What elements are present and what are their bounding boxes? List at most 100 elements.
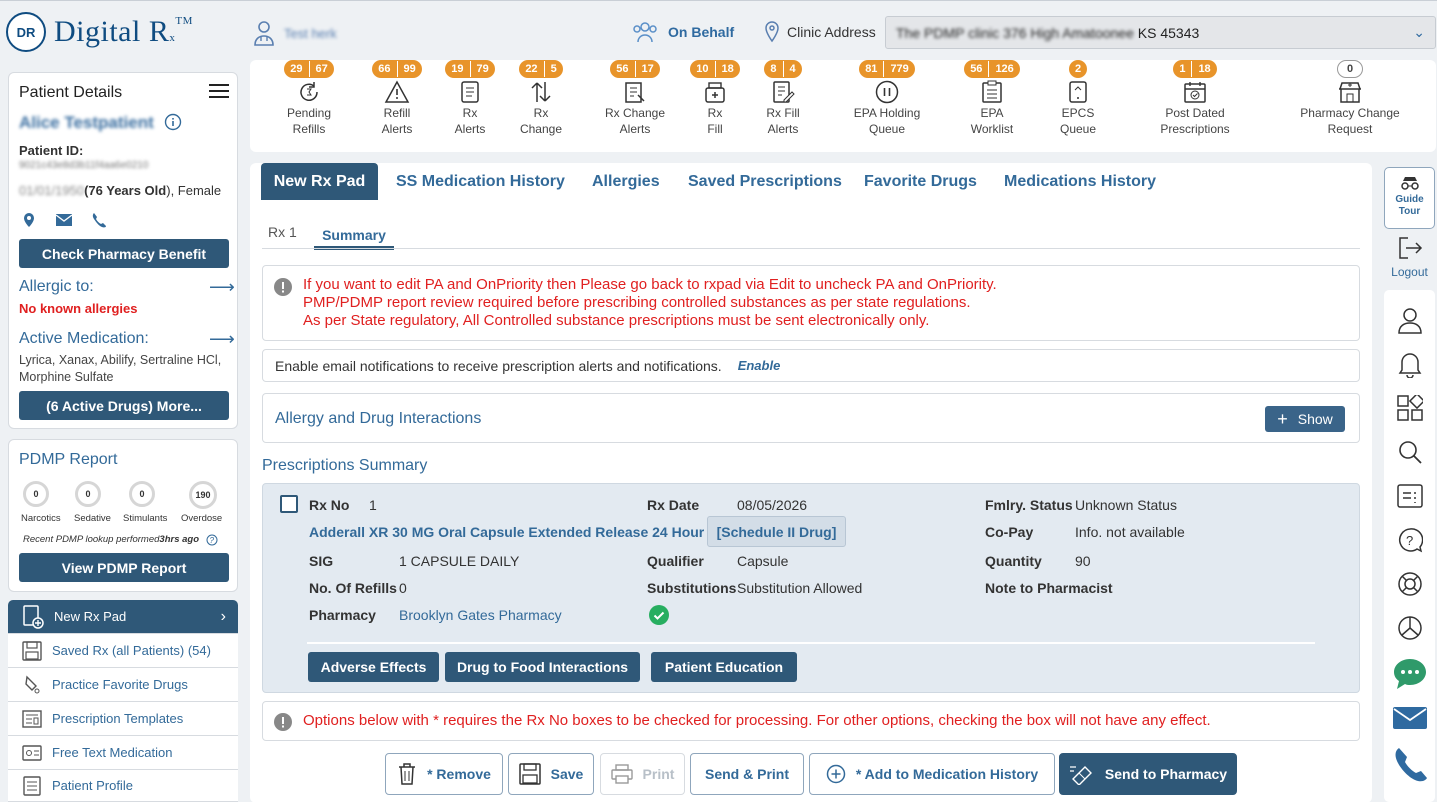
pdmp-gauge-label: Overdose bbox=[181, 513, 223, 524]
send-to-pharmacy-button[interactable]: Send to Pharmacy bbox=[1059, 753, 1237, 795]
map-pin-icon[interactable] bbox=[21, 212, 37, 228]
pdmp-gauge: 0 bbox=[75, 481, 101, 507]
sidebar-item-practice-favorite-drugs[interactable]: Practice Favorite Drugs bbox=[8, 668, 238, 702]
show-interactions-button[interactable]: + Show bbox=[1265, 406, 1345, 432]
pause-circle-icon bbox=[842, 79, 932, 105]
refresh-icon bbox=[264, 79, 354, 105]
active-medications-list: Lyrica, Xanax, Abilify, Sertraline HCl, … bbox=[19, 353, 222, 384]
email-icon[interactable] bbox=[55, 212, 73, 228]
logo-mark: DR bbox=[6, 12, 46, 52]
right-toolbar: ? bbox=[1384, 290, 1435, 802]
tab-allergies[interactable]: Allergies bbox=[592, 163, 660, 200]
rx-select-checkbox[interactable] bbox=[280, 495, 298, 513]
check-pharmacy-benefit-button[interactable]: Check Pharmacy Benefit bbox=[19, 239, 229, 268]
alert-epcs-queue[interactable]: 2 EPCS Queue bbox=[1033, 60, 1123, 137]
help-icon[interactable]: ? bbox=[206, 534, 218, 546]
chat-icon[interactable] bbox=[1392, 656, 1428, 692]
clinic-address-select[interactable]: The PDMP clinic 376 High Amatoonee KS 45… bbox=[885, 16, 1436, 49]
test-tube-icon bbox=[25, 675, 40, 693]
on-behalf-button[interactable]: On Behalf bbox=[630, 20, 734, 44]
pharmacy-link[interactable]: Brooklyn Gates Pharmacy bbox=[399, 607, 562, 623]
mail-icon[interactable] bbox=[1392, 704, 1428, 732]
help-circle-icon[interactable]: ? bbox=[1396, 526, 1424, 554]
chevron-right-icon: › bbox=[220, 607, 226, 625]
count-badge: 56 126 bbox=[964, 60, 1020, 78]
alert-circle-icon bbox=[274, 713, 292, 731]
count-badge: 66 99 bbox=[372, 60, 422, 78]
alert-rx-change[interactable]: 22 5 Rx Change bbox=[496, 60, 586, 137]
pdmp-gauge-label: Stimulants bbox=[123, 513, 168, 524]
phone-icon[interactable] bbox=[1392, 746, 1428, 782]
tab-saved-prescriptions[interactable]: Saved Prescriptions bbox=[688, 163, 842, 200]
count-badge: 19 79 bbox=[445, 60, 495, 78]
alert-rx-fill-alerts[interactable]: 84 Rx Fill Alerts bbox=[738, 60, 828, 137]
subtab-rx-1[interactable]: Rx 1 bbox=[268, 224, 297, 240]
alert-pending-refills[interactable]: 29 67 Pending Refills bbox=[264, 60, 354, 137]
info-icon[interactable] bbox=[164, 113, 182, 134]
count-badge: 0 bbox=[1337, 60, 1363, 78]
tab-favorite-drugs[interactable]: Favorite Drugs bbox=[864, 163, 977, 200]
quantity-label: Quantity bbox=[985, 553, 1042, 569]
allergy-interactions-box: Allergy and Drug Interactions + Show bbox=[262, 393, 1360, 443]
allergy-interactions-title: Allergy and Drug Interactions bbox=[275, 410, 482, 427]
more-active-drugs-button[interactable]: (6 Active Drugs) More... bbox=[19, 391, 229, 420]
rx-pad-icon bbox=[23, 604, 44, 629]
alert-rx-change-alerts[interactable]: 56 17 Rx Change Alerts bbox=[590, 60, 680, 137]
save-icon bbox=[22, 640, 42, 661]
arrow-right-icon[interactable]: ⟶ bbox=[209, 329, 235, 350]
app-logo[interactable]: DR Digital RxTM bbox=[6, 12, 193, 52]
bell-icon[interactable] bbox=[1396, 350, 1424, 378]
pie-chart-icon[interactable] bbox=[1396, 614, 1424, 642]
user-icon[interactable] bbox=[1396, 306, 1424, 334]
alert-post-dated-prescriptions[interactable]: 1 18 Post Dated Prescriptions bbox=[1150, 60, 1240, 137]
copay-label: Co-Pay bbox=[985, 524, 1034, 540]
hamburger-menu-icon[interactable] bbox=[209, 83, 229, 102]
subtab-summary[interactable]: Summary bbox=[314, 218, 394, 250]
clipboard-list-icon bbox=[947, 79, 1037, 105]
drug-name-link[interactable]: Adderall XR 30 MG Oral Capsule Extended … bbox=[309, 524, 704, 540]
sidebar-item-patient-profile[interactable]: Patient Profile bbox=[8, 770, 238, 802]
search-icon[interactable] bbox=[1396, 438, 1424, 466]
phone-icon[interactable] bbox=[91, 212, 107, 228]
sidebar-item-prescription-templates[interactable]: Prescription Templates bbox=[8, 702, 238, 736]
sidebar-item-saved-rx[interactable]: Saved Rx (all Patients) (54) bbox=[8, 634, 238, 668]
logout-button[interactable]: Logout bbox=[1384, 234, 1435, 279]
swap-arrows-icon bbox=[496, 79, 586, 105]
alert-epa-holding-queue[interactable]: 81 779 EPA Holding Queue bbox=[842, 60, 932, 137]
alert-epa-worklist[interactable]: 56 126 EPA Worklist bbox=[947, 60, 1037, 137]
lifebuoy-icon[interactable] bbox=[1396, 570, 1424, 598]
arrow-right-icon[interactable]: ⟶ bbox=[209, 277, 235, 298]
note-to-pharmacist-label: Note to Pharmacist bbox=[985, 580, 1113, 596]
id-card-icon bbox=[22, 744, 42, 761]
tab-ss-medication-history[interactable]: SS Medication History bbox=[396, 163, 565, 200]
send-and-print-button[interactable]: Send & Print bbox=[690, 753, 804, 795]
guide-tour-button[interactable]: Guide Tour bbox=[1384, 167, 1435, 229]
view-pdmp-report-button[interactable]: View PDMP Report bbox=[19, 553, 229, 582]
pdmp-lookup-note: Recent PDMP lookup performed 3hrs ago ? bbox=[23, 534, 218, 546]
provider-info[interactable]: Test herk bbox=[252, 20, 337, 46]
tab-new-rx-pad[interactable]: New Rx Pad bbox=[261, 163, 378, 200]
save-button[interactable]: Save bbox=[508, 753, 594, 795]
alert-pharmacy-change-request[interactable]: 0 Pharmacy Change Request bbox=[1292, 60, 1408, 137]
spy-glasses-icon bbox=[1400, 177, 1419, 190]
dashboard-grid-icon[interactable] bbox=[1396, 394, 1424, 422]
rx-no-value: 1 bbox=[369, 497, 377, 513]
tab-medications-history[interactable]: Medications History bbox=[1004, 163, 1156, 200]
notice-text: If you want to edit PA and OnPriority th… bbox=[303, 276, 997, 329]
print-button[interactable]: Print bbox=[600, 753, 685, 795]
remove-button[interactable]: * Remove bbox=[385, 753, 503, 795]
patient-education-button[interactable]: Patient Education bbox=[651, 652, 797, 682]
enable-email-link[interactable]: Enable bbox=[738, 358, 781, 373]
formulary-status-value: Unknown Status bbox=[1075, 497, 1177, 513]
rx-no-label: Rx No bbox=[309, 497, 350, 513]
drug-food-interactions-button[interactable]: Drug to Food Interactions bbox=[445, 652, 640, 682]
add-to-medication-history-button[interactable]: * Add to Medication History bbox=[809, 753, 1055, 795]
sidebar-item-new-rx-pad[interactable]: New Rx Pad › bbox=[8, 600, 238, 634]
tablet-icon bbox=[1033, 79, 1123, 105]
chevron-down-icon: ⌄ bbox=[1413, 24, 1425, 40]
sidebar-item-free-text-medication[interactable]: Free Text Medication bbox=[8, 736, 238, 770]
plus-icon: + bbox=[1277, 408, 1288, 429]
adverse-effects-button[interactable]: Adverse Effects bbox=[308, 652, 439, 682]
on-behalf-label: On Behalf bbox=[668, 24, 735, 40]
form-list-icon[interactable] bbox=[1396, 482, 1424, 510]
